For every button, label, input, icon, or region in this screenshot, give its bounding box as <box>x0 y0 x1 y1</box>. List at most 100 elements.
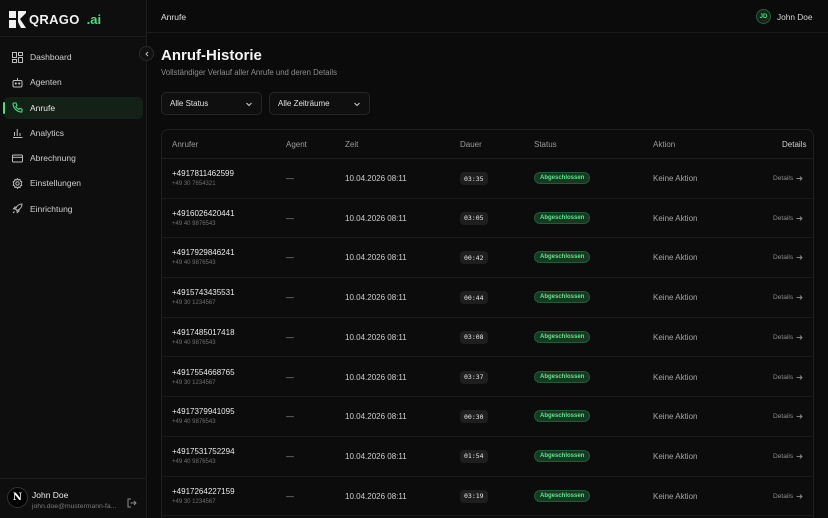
caller-number: +4917379941095 <box>172 407 235 417</box>
status-badge: Abgeschlossen <box>534 172 591 184</box>
details-link[interactable]: Details <box>773 294 803 301</box>
phone-icon <box>12 102 23 113</box>
sidebar-item-analytics[interactable]: Analytics <box>4 122 143 144</box>
time-cell: 10.04.2026 08:11 <box>345 491 407 501</box>
sidebar-item-label: Agenten <box>30 77 62 88</box>
details-link[interactable]: Details <box>773 334 803 341</box>
details-link[interactable]: Details <box>773 254 803 261</box>
duration-badge: 03:35 <box>460 172 488 185</box>
column-header-zeit[interactable]: Zeit <box>345 140 358 149</box>
column-header-dauer[interactable]: Dauer <box>460 140 482 149</box>
page-title: Anruf-Historie <box>161 47 262 64</box>
table-row[interactable]: +4917811462599 +49 30 7654321 — 10.04.2026 … <box>162 159 813 199</box>
chevron-down-icon <box>245 100 253 108</box>
action-cell: Keine Aktion <box>653 491 698 501</box>
agent-cell: — <box>286 491 294 501</box>
sidebar-collapse-button[interactable] <box>139 46 154 61</box>
time-cell: 10.04.2026 08:11 <box>345 174 407 183</box>
sidebar-item-label: Dashboard <box>30 52 72 62</box>
sidebar-item-abrechnung[interactable]: Abrechnung <box>4 147 143 169</box>
details-link[interactable]: Details <box>773 175 803 182</box>
action-cell: Keine Aktion <box>653 253 698 263</box>
sidebar-item-label: Abrechnung <box>30 153 76 164</box>
details-link[interactable]: Details <box>773 493 803 500</box>
agent-cell: — <box>286 253 294 263</box>
arrow-right-icon <box>796 493 803 499</box>
arrow-right-icon <box>796 255 803 261</box>
brand-name: QRAGO <box>29 11 80 27</box>
time-cell: 10.04.2026 08:11 <box>345 253 407 263</box>
action-cell: Keine Aktion <box>653 412 698 422</box>
sidebar-item-agenten[interactable]: Agenten <box>4 71 143 93</box>
time-cell: 10.04.2026 08:11 <box>345 451 407 461</box>
table-row[interactable]: +4917379941095 +49 40 9876543 — 10.04.2026 … <box>162 397 813 437</box>
sidebar-item-anrufe[interactable]: Anrufe <box>3 96 143 119</box>
details-label: Details <box>773 452 794 460</box>
details-link[interactable]: Details <box>773 215 803 222</box>
caller-number: +4917264227159 <box>172 486 235 496</box>
status-badge: Abgeschlossen <box>534 449 591 462</box>
user-email: john.doe@mustermann-fa... <box>32 503 117 510</box>
logout-icon[interactable] <box>127 495 137 508</box>
sidebar-item-label: Einstellungen <box>30 178 82 189</box>
status-badge: Abgeschlossen <box>534 410 591 423</box>
column-header-aktion[interactable]: Aktion <box>653 140 675 149</box>
details-link[interactable]: Details <box>773 413 803 420</box>
details-link[interactable]: Details <box>773 453 803 460</box>
status-badge: Abgeschlossen <box>534 330 591 343</box>
column-header-anrufer[interactable]: Anrufer <box>172 140 198 149</box>
column-header-status[interactable]: Status <box>534 140 557 149</box>
status-badge: Abgeschlossen <box>534 370 591 383</box>
duration-badge: 01:54 <box>460 449 488 463</box>
robot-icon <box>12 77 23 88</box>
table-row[interactable]: +4917485017418 +49 40 9876543 — 10.04.2026 … <box>162 318 813 358</box>
sidebar-item-dashboard[interactable]: Dashboard <box>4 46 143 68</box>
breadcrumb: Anrufe <box>161 12 187 22</box>
chevron-down-icon <box>353 100 361 108</box>
logo-mark-icon <box>9 10 26 28</box>
divider <box>0 36 147 37</box>
sidebar-item-einstellungen[interactable]: Einstellungen <box>4 172 143 194</box>
avatar[interactable]: JD <box>756 9 771 24</box>
arrow-right-icon <box>796 454 803 459</box>
arrow-right-icon <box>796 176 803 181</box>
action-cell: Keine Aktion <box>653 372 698 382</box>
arrow-right-icon <box>796 334 803 340</box>
action-cell: Keine Aktion <box>653 451 698 461</box>
arrow-right-icon <box>796 374 803 380</box>
user-profile[interactable]: N John Doe john.doe@mustermann-fa... <box>7 487 142 513</box>
column-header-details[interactable]: Details <box>782 140 806 149</box>
called-number: +49 40 9876543 <box>172 339 216 346</box>
brand-logo[interactable]: QRAGO .ai <box>9 10 101 28</box>
column-header-agent[interactable]: Agent <box>286 140 307 149</box>
called-number: +49 30 1234567 <box>172 300 216 307</box>
details-label: Details <box>773 373 794 381</box>
table-row[interactable]: +4917929846241 +49 40 9876543 — 10.04.2026 … <box>162 238 813 279</box>
details-label: Details <box>773 413 794 421</box>
table-row[interactable]: +4917264227159 +49 30 1234567 — 10.04.2026 … <box>162 477 813 517</box>
caller-number: +4917485017418 <box>172 327 235 337</box>
called-number: +49 40 9876543 <box>172 458 216 465</box>
agent-cell: — <box>286 451 294 461</box>
user-menu-name[interactable]: John Doe <box>777 12 813 22</box>
period-filter-select[interactable]: Alle Zeiträume <box>269 92 370 115</box>
dashboard-icon <box>12 51 23 63</box>
status-badge: Abgeschlossen <box>534 251 591 264</box>
sidebar-item-einrichtung[interactable]: Einrichtung <box>4 198 143 220</box>
table-row[interactable]: +4917531752294 +49 40 9876543 — 10.04.2026 … <box>162 437 813 477</box>
table-row[interactable]: +4915743435531 +49 30 1234567 — 10.04.2026 … <box>162 278 813 318</box>
status-filter-select[interactable]: Alle Status <box>161 92 262 115</box>
duration-badge: 00:44 <box>460 291 488 305</box>
caller-number: +4917554668765 <box>172 367 235 377</box>
duration-badge: 03:19 <box>460 489 488 503</box>
caller-number: +4915743435531 <box>172 288 235 298</box>
table-row[interactable]: +4917554668765 +49 30 1234567 — 10.04.2026 … <box>162 358 813 398</box>
called-number: +49 40 9876543 <box>172 260 216 267</box>
action-cell: Keine Aktion <box>653 293 698 303</box>
called-number: +49 30 7654321 <box>172 181 216 187</box>
duration-badge: 03:37 <box>460 370 488 384</box>
details-label: Details <box>773 492 794 500</box>
details-link[interactable]: Details <box>773 374 803 381</box>
sidebar-item-label: Einrichtung <box>30 203 73 214</box>
table-row[interactable]: +4916026420441 +49 40 9876543 — 10.04.2026 … <box>162 199 813 239</box>
